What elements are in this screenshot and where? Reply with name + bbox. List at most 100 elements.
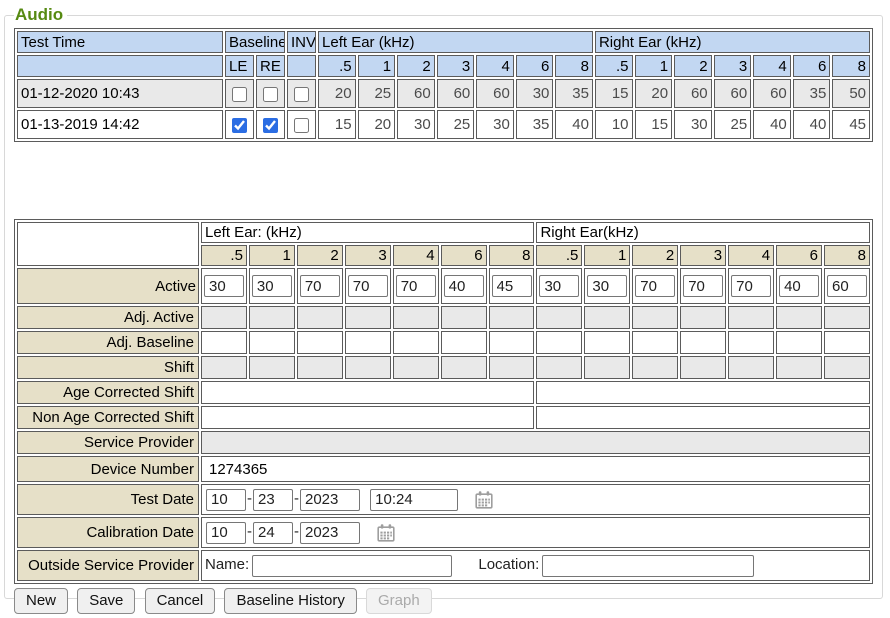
active-input[interactable] xyxy=(587,275,627,297)
freq-header-cell: 3 xyxy=(437,55,475,77)
threshold-cell: 40 xyxy=(753,110,791,139)
new-button[interactable]: New xyxy=(14,588,68,614)
baseline-le-checkbox[interactable] xyxy=(232,87,247,102)
button-bar: New Save Cancel Baseline History Graph xyxy=(14,588,874,614)
non-age-corrected-shift-label: Non Age Corrected Shift xyxy=(17,406,199,429)
threshold-cell: 60 xyxy=(674,79,712,108)
active-input[interactable] xyxy=(827,275,867,297)
active-input[interactable] xyxy=(779,275,819,297)
threshold-cell: 60 xyxy=(397,79,435,108)
baseline-history-button[interactable]: Baseline History xyxy=(224,588,356,614)
baseline-re-cell xyxy=(256,110,285,139)
adj-baseline-row: Adj. Baseline xyxy=(17,331,870,354)
baseline-le-checkbox[interactable] xyxy=(232,118,247,133)
active-input[interactable] xyxy=(731,275,771,297)
freq-header-cell: 6 xyxy=(516,55,554,77)
re-header: RE xyxy=(256,55,285,77)
save-button[interactable]: Save xyxy=(77,588,135,614)
test-date-year-input[interactable] xyxy=(300,489,360,511)
baseline-re-checkbox[interactable] xyxy=(263,87,278,102)
active-input[interactable] xyxy=(348,275,388,297)
active-input[interactable] xyxy=(444,275,484,297)
active-input[interactable] xyxy=(539,275,579,297)
baseline-header: Baseline xyxy=(225,31,285,53)
outside-name-input[interactable] xyxy=(252,555,452,577)
outside-service-provider-label: Outside Service Provider xyxy=(17,550,199,581)
active-input[interactable] xyxy=(635,275,675,297)
freq-header-cell: 2 xyxy=(297,245,343,266)
date-separator: - xyxy=(294,490,299,507)
threshold-cell: 20 xyxy=(358,110,396,139)
calibration-year-input[interactable] xyxy=(300,522,360,544)
freq-header-cell: 1 xyxy=(635,55,673,77)
threshold-cell: 35 xyxy=(516,110,554,139)
freq-header-cell: 1 xyxy=(249,245,295,266)
test-time-cell: 01-12-2020 10:43 xyxy=(17,79,223,108)
active-input[interactable] xyxy=(252,275,292,297)
active-input[interactable] xyxy=(492,275,532,297)
threshold-cell: 35 xyxy=(793,79,831,108)
calibration-date-row: Calibration Date -- xyxy=(17,517,870,548)
audiogram-history-table: Test Time Baseline INV Left Ear (kHz) Ri… xyxy=(14,28,873,142)
test-time-header: Test Time xyxy=(17,31,223,53)
audiogram-detail-table: Left Ear: (kHz) Right Ear(kHz) .5 1 2 3 … xyxy=(14,219,873,584)
active-input[interactable] xyxy=(204,275,244,297)
calibration-date-label: Calibration Date xyxy=(17,517,199,548)
baseline-le-cell xyxy=(225,110,254,139)
active-input[interactable] xyxy=(683,275,723,297)
threshold-cell: 60 xyxy=(476,79,514,108)
outside-location-input[interactable] xyxy=(542,555,754,577)
shift-label: Shift xyxy=(17,356,199,379)
history-header-row: Test Time Baseline INV Left Ear (kHz) Ri… xyxy=(17,31,870,53)
age-corrected-left-cell xyxy=(201,381,534,404)
active-input[interactable] xyxy=(396,275,436,297)
baseline-re-cell xyxy=(256,79,285,108)
calendar-icon[interactable] xyxy=(474,490,494,510)
empty-cell xyxy=(17,222,199,266)
active-input[interactable] xyxy=(300,275,340,297)
threshold-cell: 15 xyxy=(635,110,673,139)
le-header: LE xyxy=(225,55,254,77)
inv-header: INV xyxy=(287,31,316,53)
threshold-cell: 20 xyxy=(635,79,673,108)
threshold-cell: 15 xyxy=(595,79,633,108)
threshold-cell: 40 xyxy=(793,110,831,139)
test-date-row: Test Date -- xyxy=(17,484,870,515)
adj-baseline-label: Adj. Baseline xyxy=(17,331,199,354)
calibration-day-input[interactable] xyxy=(253,522,293,544)
audio-fieldset: Audio Test Time Baseline INV Left Ear (k… xyxy=(4,5,883,599)
freq-header-cell: 3 xyxy=(680,245,726,266)
test-date-month-input[interactable] xyxy=(206,489,246,511)
baseline-re-checkbox[interactable] xyxy=(263,118,278,133)
inv-cell xyxy=(287,79,316,108)
threshold-cell: 30 xyxy=(516,79,554,108)
non-age-corrected-shift-row: Non Age Corrected Shift xyxy=(17,406,870,429)
freq-header-cell: .5 xyxy=(536,245,582,266)
age-corrected-shift-label: Age Corrected Shift xyxy=(17,381,199,404)
date-separator: - xyxy=(247,523,252,540)
service-provider-label: Service Provider xyxy=(17,431,199,454)
threshold-cell: 35 xyxy=(555,79,593,108)
non-age-corrected-right-cell xyxy=(536,406,870,429)
cancel-button[interactable]: Cancel xyxy=(145,588,216,614)
location-label: Location: xyxy=(478,556,539,573)
freq-header-cell: 1 xyxy=(358,55,396,77)
outside-service-provider-row: Outside Service Provider Name: Location: xyxy=(17,550,870,581)
inv-checkbox[interactable] xyxy=(294,87,309,102)
history-row: 01-13-2019 14:42 15 20 30 25 30 35 40 10… xyxy=(17,110,870,139)
inv-checkbox[interactable] xyxy=(294,118,309,133)
name-label: Name: xyxy=(205,556,249,573)
shift-row: Shift xyxy=(17,356,870,379)
freq-header-cell: 4 xyxy=(753,55,791,77)
freq-header-cell: 3 xyxy=(714,55,752,77)
threshold-cell: 60 xyxy=(753,79,791,108)
right-ear-header: Right Ear (kHz) xyxy=(595,31,870,53)
test-date-day-input[interactable] xyxy=(253,489,293,511)
calendar-icon[interactable] xyxy=(376,523,396,543)
threshold-cell: 25 xyxy=(714,110,752,139)
test-time-input[interactable] xyxy=(370,489,458,511)
freq-header-cell: 8 xyxy=(555,55,593,77)
calibration-month-input[interactable] xyxy=(206,522,246,544)
freq-header-cell: 3 xyxy=(345,245,391,266)
adj-active-row: Adj. Active xyxy=(17,306,870,329)
